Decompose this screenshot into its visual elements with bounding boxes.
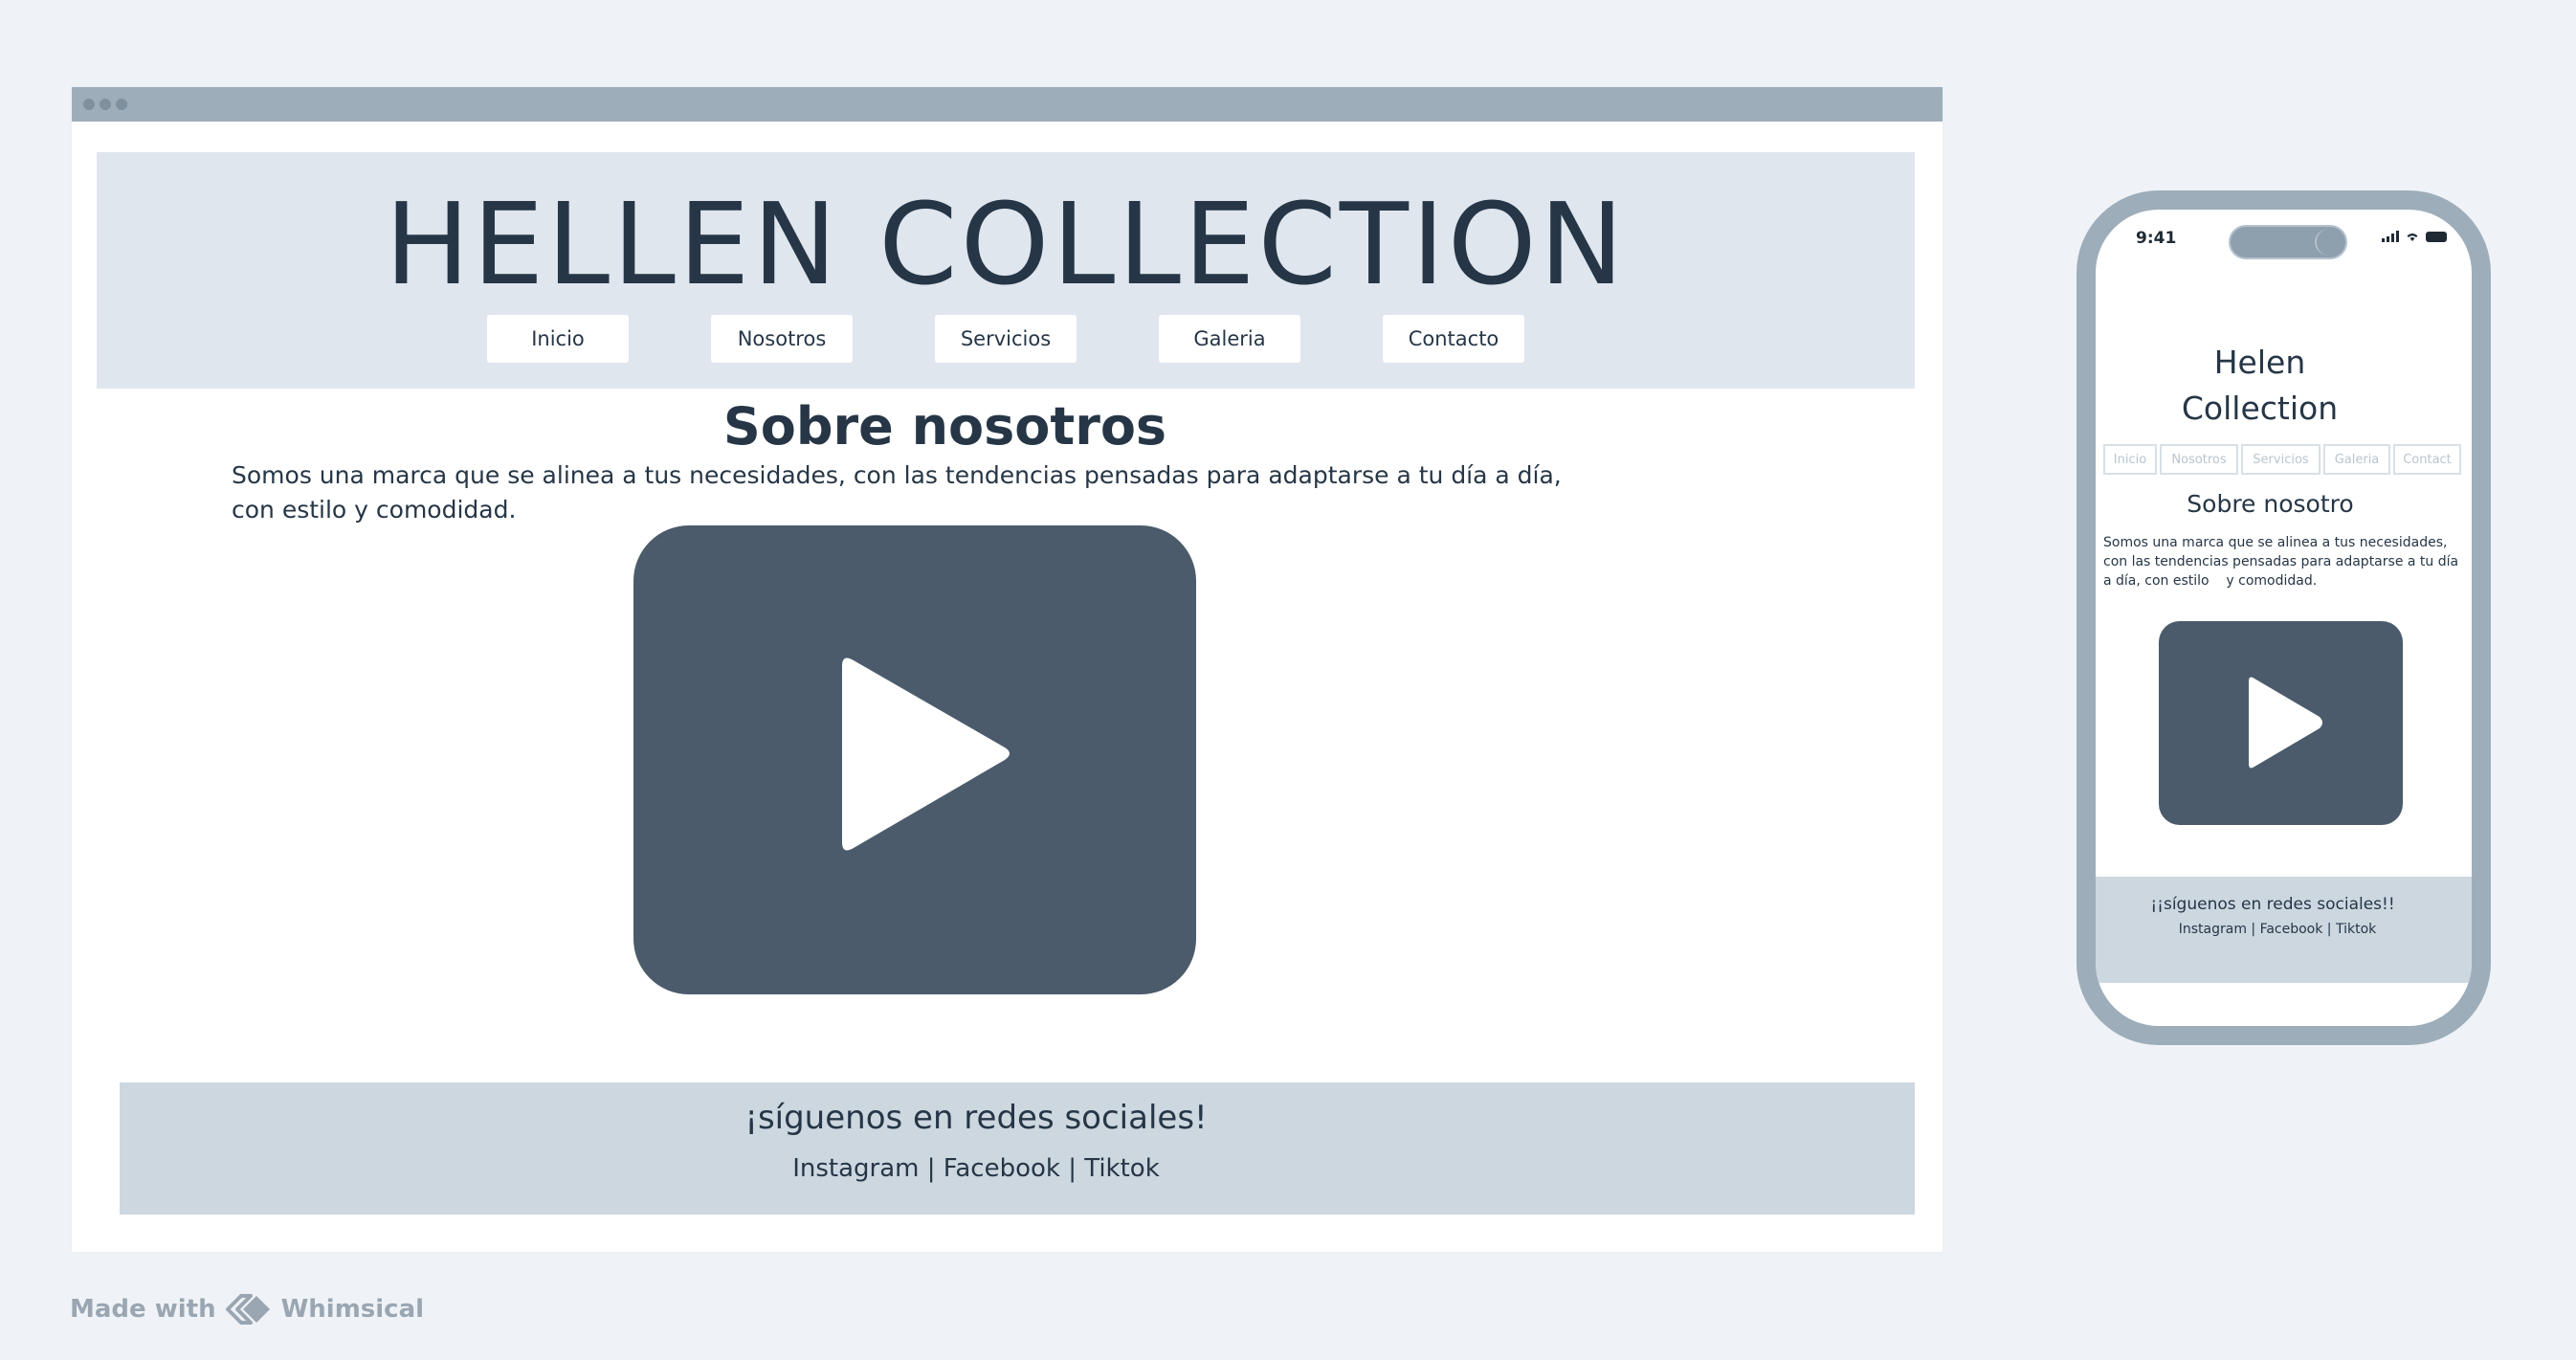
made-with-label: Made with [70, 1295, 216, 1324]
mobile-footer-heading: ¡¡síguenos en redes sociales!! [2150, 895, 2395, 914]
camera-dot [2315, 229, 2343, 256]
mobile-site-title: Helen Collection [2096, 340, 2424, 432]
wifi-icon [2407, 234, 2418, 241]
phone-frame: 9:41 Helen Collection Inicio Nosotros Se… [2076, 190, 2491, 1045]
video-player[interactable] [633, 525, 1196, 994]
nav-nosotros-button[interactable]: Nosotros [711, 315, 853, 363]
whimsical-logo-icon [225, 1294, 270, 1325]
nav-contacto-button[interactable]: Contacto [1383, 315, 1524, 363]
whimsical-brand-label: Whimsical [280, 1295, 425, 1324]
site-header: HELLEN COLLECTION Inicio Nosotros Servic… [97, 152, 1915, 389]
mobile-nav-servicios[interactable]: Servicios [2241, 444, 2321, 475]
phone-screen: 9:41 Helen Collection Inicio Nosotros Se… [2096, 210, 2472, 1026]
battery-icon [2426, 231, 2447, 242]
desktop-browser-frame: HELLEN COLLECTION Inicio Nosotros Servic… [72, 87, 1943, 1252]
window-dot [100, 99, 111, 110]
nav-inicio-button[interactable]: Inicio [487, 315, 629, 363]
site-title: HELLEN COLLECTION [385, 178, 1627, 310]
about-heading: Sobre nosotros [722, 396, 1167, 457]
status-time: 9:41 [2136, 229, 2177, 248]
main-nav: Inicio Nosotros Servicios Galeria Contac… [97, 315, 1915, 363]
play-icon[interactable] [633, 525, 1196, 994]
status-icons [2382, 231, 2447, 242]
window-dot [116, 99, 127, 110]
footer-heading: ¡síguenos en redes sociales! [744, 1099, 1208, 1137]
mobile-title-line: Collection [2181, 390, 2339, 427]
mobile-footer: ¡¡síguenos en redes sociales!! Instagram… [2096, 877, 2472, 983]
mobile-social-links[interactable]: Instagram | Facebook | Tiktok [2096, 920, 2459, 939]
window-dot [83, 99, 95, 110]
mobile-nav-nosotros[interactable]: Nosotros [2160, 444, 2238, 475]
mobile-nav-inicio[interactable]: Inicio [2103, 444, 2157, 475]
mobile-nav: Inicio Nosotros Servicios Galeria Contac… [2103, 444, 2461, 475]
mobile-nav-contacto[interactable]: Contact [2393, 444, 2461, 475]
social-links[interactable]: Instagram | Facebook | Tiktok [120, 1151, 1832, 1186]
play-icon[interactable] [2159, 621, 2403, 825]
mobile-about-heading: Sobre nosotro [2187, 490, 2354, 518]
about-paragraph: Somos una marca que se alinea a tus nece… [232, 461, 1562, 524]
signal-icon [2382, 231, 2399, 242]
made-with-badge[interactable]: Made with Whimsical [70, 1290, 424, 1328]
dynamic-island [2229, 225, 2347, 259]
mobile-video-player[interactable] [2159, 621, 2403, 825]
browser-title-bar [72, 87, 1943, 122]
mobile-about-paragraph: Somos una marca que se alinea a tus nece… [2103, 535, 2463, 589]
mobile-nav-galeria[interactable]: Galeria [2323, 444, 2390, 475]
nav-galeria-button[interactable]: Galeria [1159, 315, 1300, 363]
site-footer: ¡síguenos en redes sociales! Instagram |… [120, 1082, 1915, 1215]
mobile-title-line: Helen [2213, 344, 2306, 381]
nav-servicios-button[interactable]: Servicios [935, 315, 1077, 363]
